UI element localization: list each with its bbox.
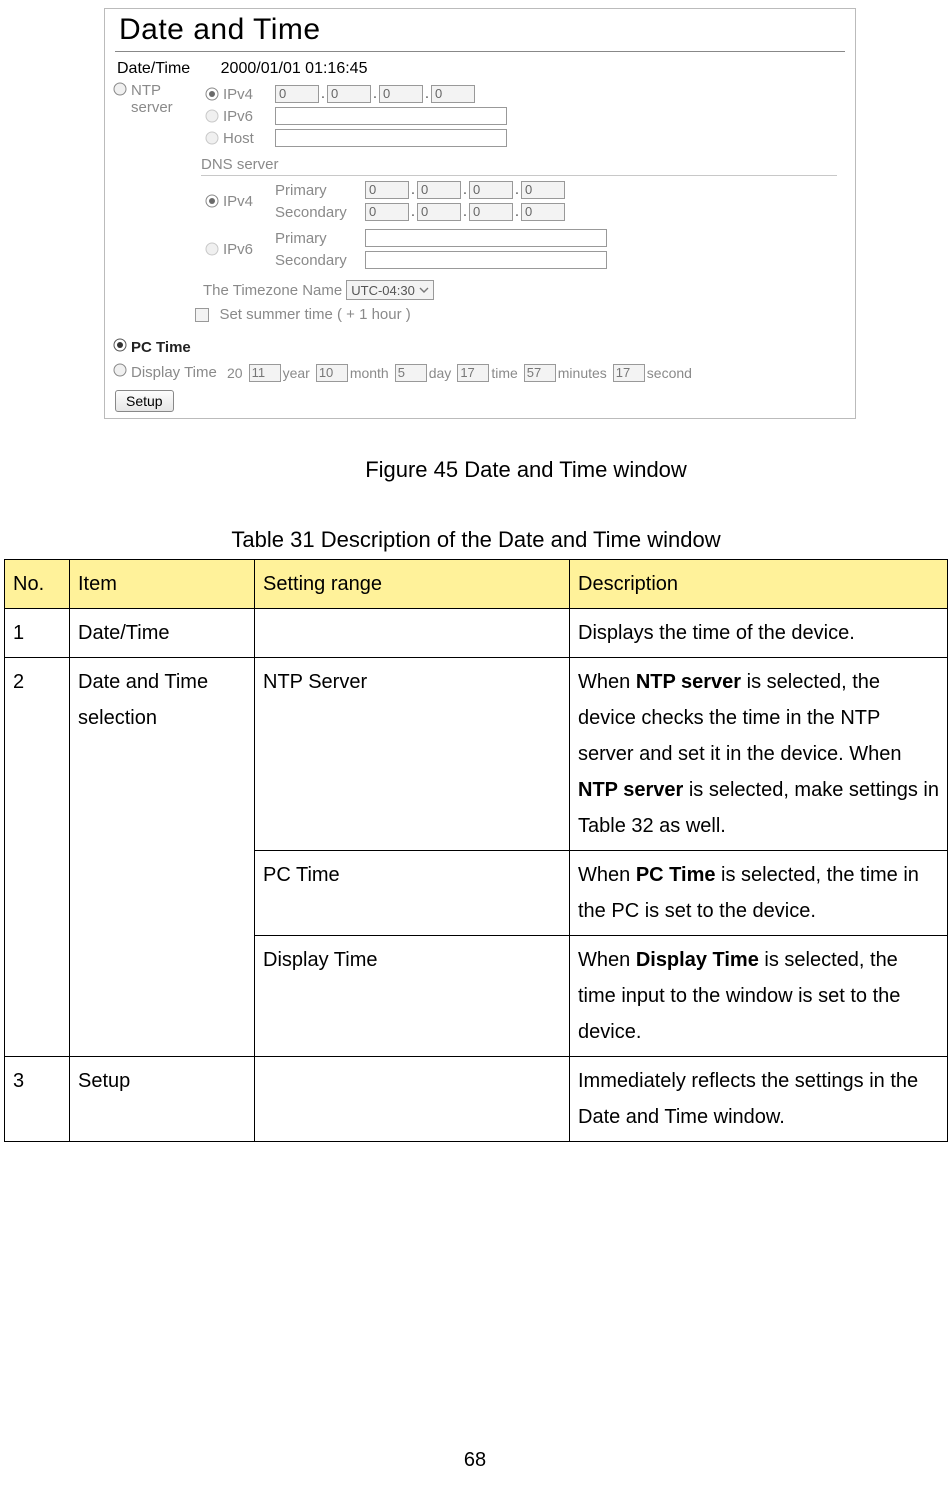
cell-desc: When Display Time is selected, the time … <box>570 936 948 1057</box>
ntp-ipv6-input[interactable] <box>275 107 507 125</box>
dns-ipv4-s3[interactable]: 0 <box>469 203 513 221</box>
dns-ipv4-p3[interactable]: 0 <box>469 181 513 199</box>
th-desc: Description <box>570 560 948 609</box>
display-year-label: year <box>283 365 310 381</box>
dns-ipv4-p2[interactable]: 0 <box>417 181 461 199</box>
display-day-label: day <box>429 365 452 381</box>
bold-text: Display Time <box>636 949 759 971</box>
cell-range: Display Time <box>255 936 570 1057</box>
ntp-ipv4-label: IPv4 <box>223 86 275 103</box>
cell-range: PC Time <box>255 851 570 936</box>
date-time-panel: Date and Time Date/Time 2000/01/01 01:16… <box>104 8 856 419</box>
summer-time-row: Set summer time ( + 1 hour ) <box>195 306 855 324</box>
display-min-label: minutes <box>558 365 607 381</box>
page-number: 68 <box>0 1449 950 1472</box>
pc-time-label: PC Time <box>131 339 191 356</box>
cell-no: 1 <box>5 609 70 658</box>
th-no: No. <box>5 560 70 609</box>
summer-time-checkbox[interactable] <box>195 308 209 322</box>
text: When <box>578 864 636 886</box>
display-day-input[interactable]: 5 <box>395 364 427 382</box>
cell-range: NTP Server <box>255 658 570 851</box>
date-value: 2000/01/01 01:16:45 <box>221 60 368 77</box>
bold-text: NTP server <box>578 779 683 801</box>
ntp-ipv4-o1[interactable]: 0 <box>275 85 319 103</box>
cell-no: 3 <box>5 1057 70 1142</box>
ntp-ipv4-o2[interactable]: 0 <box>327 85 371 103</box>
setup-button[interactable]: Setup <box>115 390 174 412</box>
timezone-label: The Timezone Name <box>203 282 342 299</box>
ntp-ipv4-radio[interactable] <box>201 87 223 101</box>
dns-ipv4-primary-label: Primary <box>275 182 365 199</box>
date-time-display: Date/Time 2000/01/01 01:16:45 <box>105 58 855 82</box>
panel-title: Date and Time <box>105 9 855 47</box>
text: When <box>578 949 636 971</box>
dns-ipv6-secondary-input[interactable] <box>365 251 607 269</box>
dns-section-title: DNS server <box>201 150 837 176</box>
ntp-ipv4-o3[interactable]: 0 <box>379 85 423 103</box>
display-sec-input[interactable]: 17 <box>613 364 645 382</box>
table-row: 3 Setup Immediately reflects the setting… <box>5 1057 948 1142</box>
dns-ipv4-label: IPv4 <box>223 193 275 210</box>
dns-ipv4-s1[interactable]: 0 <box>365 203 409 221</box>
cell-range <box>255 1057 570 1142</box>
display-time-label: Display Time <box>131 364 227 381</box>
dns-ipv4-p4[interactable]: 0 <box>521 181 565 199</box>
dns-ipv6-secondary-label: Secondary <box>275 252 365 269</box>
ntp-server-radio[interactable] <box>113 82 127 101</box>
summer-time-label: Set summer time ( + 1 hour ) <box>219 306 410 323</box>
ntp-ipv6-label: IPv6 <box>223 108 275 125</box>
timezone-value: UTC-04:30 <box>351 283 415 298</box>
cell-no: 2 <box>5 658 70 1057</box>
dns-ipv6-label: IPv6 <box>223 241 275 258</box>
title-divider <box>115 51 845 52</box>
pc-time-radio[interactable] <box>113 338 127 357</box>
th-item: Item <box>70 560 255 609</box>
table-header-row: No. Item Setting range Description <box>5 560 948 609</box>
description-table: No. Item Setting range Description 1 Dat… <box>4 559 948 1142</box>
dns-ipv6-primary-label: Primary <box>275 230 365 247</box>
cell-item: Date/Time <box>70 609 255 658</box>
table-row: 1 Date/Time Displays the time of the dev… <box>5 609 948 658</box>
dns-ipv6-radio[interactable] <box>201 242 223 256</box>
bold-text: PC Time <box>636 864 716 886</box>
cell-desc: Immediately reflects the settings in the… <box>570 1057 948 1142</box>
display-month-input[interactable]: 10 <box>316 364 348 382</box>
dns-ipv4-s4[interactable]: 0 <box>521 203 565 221</box>
table-row: 2 Date and Time selection NTP Server Whe… <box>5 658 948 851</box>
cell-desc: When NTP server is selected, the device … <box>570 658 948 851</box>
cell-range <box>255 609 570 658</box>
dns-ipv4-s2[interactable]: 0 <box>417 203 461 221</box>
figure-caption: Figure 45 Date and Time window <box>104 457 948 483</box>
cell-item: Date and Time selection <box>70 658 255 1057</box>
ntp-host-radio[interactable] <box>201 131 223 145</box>
dns-ipv4-p1[interactable]: 0 <box>365 181 409 199</box>
display-min-input[interactable]: 57 <box>524 364 556 382</box>
display-month-label: month <box>350 365 389 381</box>
ntp-server-label: NTP server <box>131 82 201 116</box>
ntp-ipv4-o4[interactable]: 0 <box>431 85 475 103</box>
ntp-ipv6-radio[interactable] <box>201 109 223 123</box>
cell-item: Setup <box>70 1057 255 1142</box>
bold-text: NTP server <box>636 671 741 693</box>
ntp-host-input[interactable] <box>275 129 507 147</box>
cell-desc: When PC Time is selected, the time in th… <box>570 851 948 936</box>
timezone-select[interactable]: UTC-04:30 <box>346 280 434 300</box>
dns-ipv4-radio[interactable] <box>201 194 223 208</box>
chevron-down-icon <box>419 285 429 295</box>
display-hour-input[interactable]: 17 <box>457 364 489 382</box>
dns-ipv4-secondary-label: Secondary <box>275 204 365 221</box>
dns-ipv6-primary-input[interactable] <box>365 229 607 247</box>
cell-desc: Displays the time of the device. <box>570 609 948 658</box>
text: When <box>578 671 636 693</box>
th-range: Setting range <box>255 560 570 609</box>
table-caption: Table 31 Description of the Date and Tim… <box>4 527 948 553</box>
display-year-prefix: 20 <box>227 365 243 381</box>
date-label: Date/Time <box>117 60 190 77</box>
display-year-input[interactable]: 11 <box>249 364 281 382</box>
display-time-radio[interactable] <box>113 363 127 382</box>
display-hour-label: time <box>491 365 517 381</box>
display-sec-label: second <box>647 365 692 381</box>
ntp-host-label: Host <box>223 130 275 147</box>
